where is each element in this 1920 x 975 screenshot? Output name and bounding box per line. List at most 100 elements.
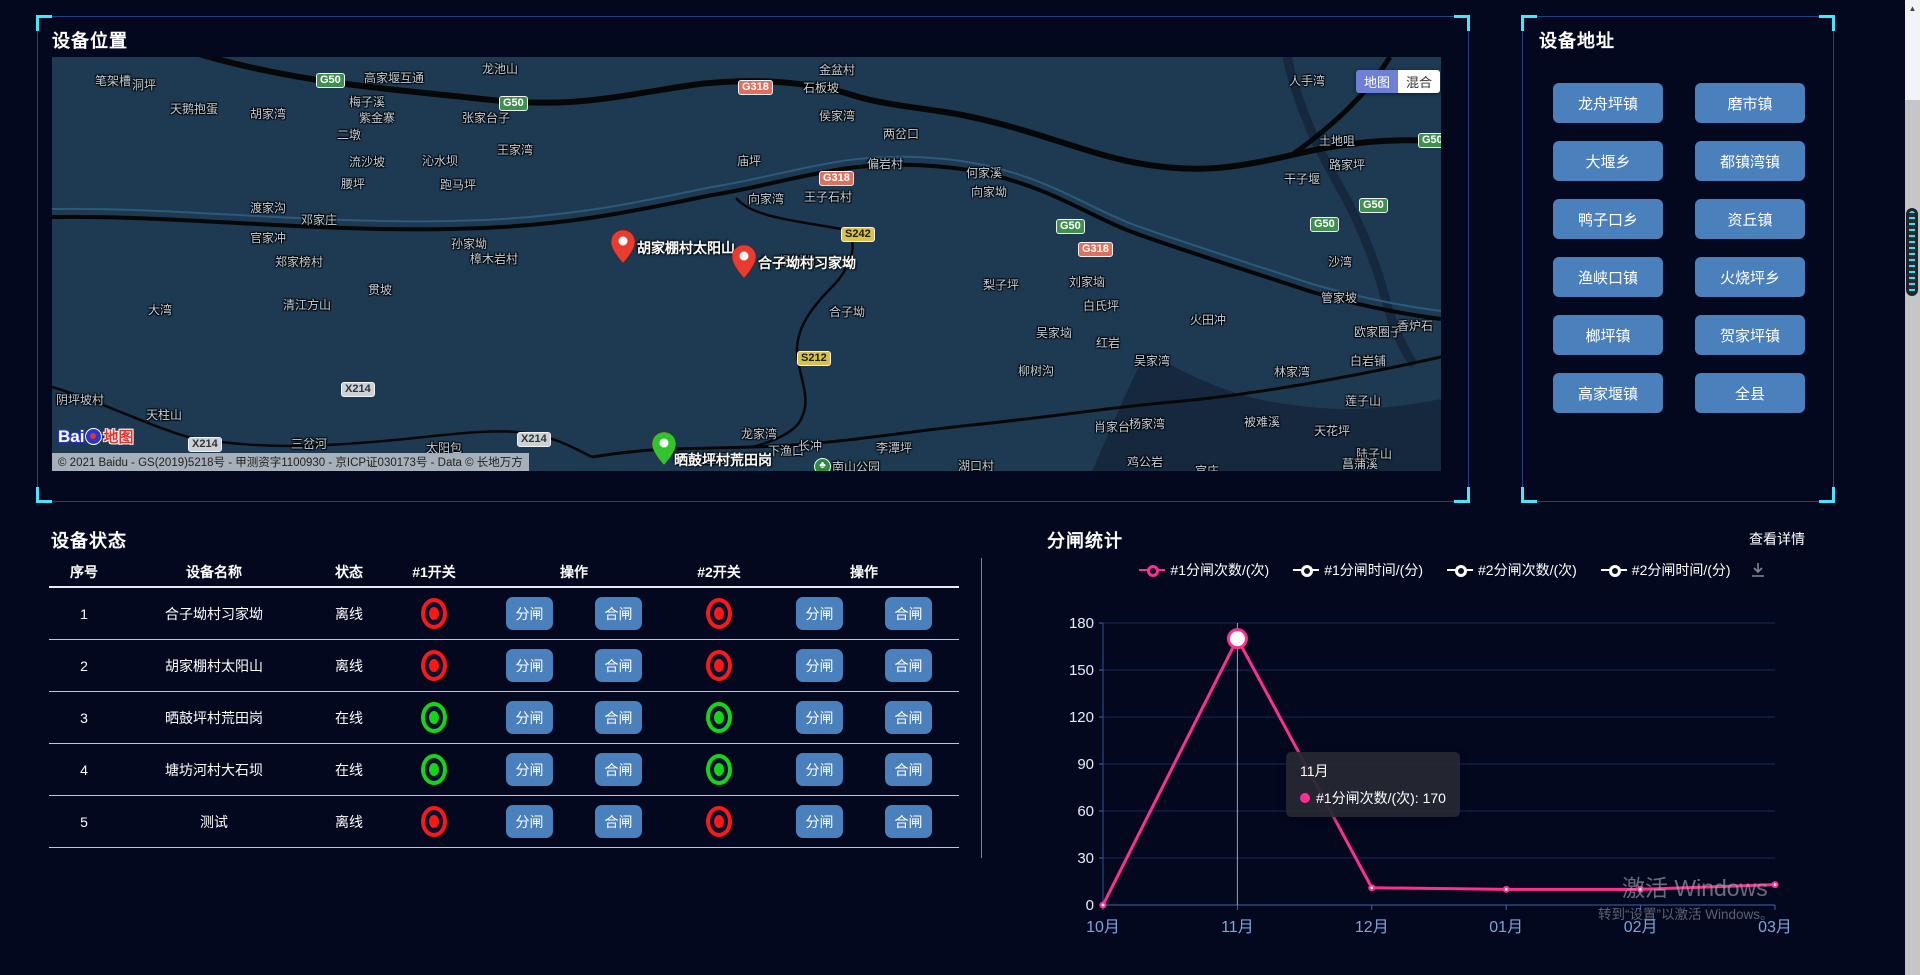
legend-label: #2分闸次数/(次) <box>1478 560 1577 580</box>
close-button[interactable]: 合闸 <box>885 701 932 734</box>
table-row: 2胡家棚村太阳山离线分闸合闸分闸合闸 <box>49 640 959 692</box>
town-button[interactable]: 鸭子口乡 <box>1553 199 1663 239</box>
trip-button[interactable]: 分闸 <box>506 805 553 838</box>
device-status: 在线 <box>309 760 389 780</box>
trip-button[interactable]: 分闸 <box>506 649 553 682</box>
corner-bracket <box>36 15 52 31</box>
svg-text:10月: 10月 <box>1086 919 1120 936</box>
town-button[interactable]: 磨市镇 <box>1695 83 1805 123</box>
corner-bracket <box>1521 487 1537 503</box>
road-shield-badge: G318 <box>819 171 854 186</box>
column-header: 设备名称 <box>119 562 309 582</box>
row-index: 3 <box>49 710 119 726</box>
town-button[interactable]: 资丘镇 <box>1695 199 1805 239</box>
tooltip-value-text: #1分闸次数/(次): 170 <box>1316 790 1446 806</box>
column-header: 操作 <box>479 562 669 582</box>
chart-legend: #1分闸次数/(次) #1分闸时间/(分) #2分闸次数/(次) #2分闸时间/(分) <box>1085 560 1785 580</box>
scrollbar-thumb[interactable] <box>1906 208 1918 296</box>
road-shield-badge: G50 <box>1310 217 1339 232</box>
table-row: 1合子坳村习家坳离线分闸合闸分闸合闸 <box>49 588 959 640</box>
map-type-hybrid-button[interactable]: 混合 <box>1398 70 1440 93</box>
map-road-g50 <box>192 57 1441 169</box>
road-shield-badge: G50 <box>1056 219 1085 234</box>
chart-section-title: 分闸统计 <box>1047 527 1123 553</box>
device-name: 塘坊河村大石坝 <box>119 760 309 780</box>
table-row: 3晒鼓坪村荒田岗在线分闸合闸分闸合闸 <box>49 692 959 744</box>
legend-marker-icon <box>1447 569 1473 571</box>
svg-text:30: 30 <box>1077 850 1094 867</box>
close-button[interactable]: 合闸 <box>595 753 642 786</box>
switch1-indicator <box>421 754 447 785</box>
map-pin-label: 胡家棚村太阳山 <box>637 238 735 258</box>
map-road-s242 <box>736 198 853 447</box>
town-button[interactable]: 贺家坪镇 <box>1695 315 1805 355</box>
legend-item[interactable]: #1分闸时间/(分) <box>1293 560 1423 580</box>
road-shield-badge: S242 <box>841 227 875 242</box>
column-header: 状态 <box>309 562 389 582</box>
trip-button[interactable]: 分闸 <box>796 805 843 838</box>
legend-marker-icon <box>1293 569 1319 571</box>
town-button[interactable]: 大堰乡 <box>1553 141 1663 181</box>
road-shield-badge: X214 <box>341 382 375 397</box>
town-button[interactable]: 高家堰镇 <box>1553 373 1663 413</box>
town-button[interactable]: 渔峡口镇 <box>1553 257 1663 297</box>
close-button[interactable]: 合闸 <box>595 701 642 734</box>
close-button[interactable]: 合闸 <box>885 805 932 838</box>
road-shield-badge: X214 <box>517 432 551 447</box>
map-copyright: © 2021 Baidu - GS(2019)5218号 - 甲测资字11009… <box>52 453 529 471</box>
close-button[interactable]: 合闸 <box>885 753 932 786</box>
scroll-up-arrow-icon[interactable]: ▲ <box>1905 4 1920 13</box>
road-shield-badge: G50 <box>316 73 345 88</box>
road-shield-badge: X214 <box>188 437 222 452</box>
baidu-paw-icon <box>85 428 102 445</box>
legend-item[interactable]: #2分闸次数/(次) <box>1447 560 1577 580</box>
switch1-indicator <box>421 650 447 681</box>
device-address-panel: 设备地址 龙舟坪镇磨市镇大堰乡都镇湾镇鸭子口乡资丘镇渔峡口镇火烧坪乡榔坪镇贺家坪… <box>1522 16 1834 502</box>
page-scrollbar[interactable]: ▲ <box>1905 0 1920 975</box>
town-button[interactable]: 龙舟坪镇 <box>1553 83 1663 123</box>
switch2-indicator <box>706 702 732 733</box>
close-button[interactable]: 合闸 <box>595 597 642 630</box>
baidu-map[interactable]: 笔架槽洞坪天鹅抱蛋胡家湾梅子溪紫金寨二墩流沙坡沁水坝张家台子王家湾腰坪跑马坪渡家… <box>52 57 1441 471</box>
close-button[interactable]: 合闸 <box>595 649 642 682</box>
trip-button[interactable]: 分闸 <box>506 597 553 630</box>
map-type-map-button[interactable]: 地图 <box>1356 70 1398 93</box>
trip-button[interactable]: 分闸 <box>796 753 843 786</box>
view-details-link[interactable]: 查看详情 <box>1749 529 1805 549</box>
table-row: 5测试离线分闸合闸分闸合闸 <box>49 796 959 848</box>
legend-item[interactable]: #1分闸次数/(次) <box>1139 560 1269 580</box>
address-panel-title: 设备地址 <box>1539 27 1615 53</box>
close-button[interactable]: 合闸 <box>885 649 932 682</box>
switch2-indicator <box>706 754 732 785</box>
trip-button[interactable]: 分闸 <box>506 701 553 734</box>
town-button[interactable]: 榔坪镇 <box>1553 315 1663 355</box>
trip-button[interactable]: 分闸 <box>796 701 843 734</box>
device-status: 离线 <box>309 656 389 676</box>
address-buttons: 龙舟坪镇磨市镇大堰乡都镇湾镇鸭子口乡资丘镇渔峡口镇火烧坪乡榔坪镇贺家坪镇高家堰镇… <box>1523 83 1835 413</box>
map-type-toggle[interactable]: 地图混合 <box>1356 70 1440 93</box>
trip-button[interactable]: 分闸 <box>506 753 553 786</box>
legend-label: #1分闸时间/(分) <box>1324 560 1423 580</box>
trip-button[interactable]: 分闸 <box>796 597 843 630</box>
legend-marker-icon <box>1139 569 1165 571</box>
map-road-g318 <box>52 165 1441 319</box>
corner-bracket <box>1819 487 1835 503</box>
close-button[interactable]: 合闸 <box>595 805 642 838</box>
switch2-indicator <box>706 598 732 629</box>
scrollbar-track-top <box>1905 0 1920 100</box>
map-river-line <box>52 157 1441 311</box>
chart-tooltip: 11月 #1分闸次数/(次): 170 <box>1286 752 1460 817</box>
column-header: 操作 <box>769 562 959 582</box>
device-name: 测试 <box>119 812 309 832</box>
device-status: 离线 <box>309 604 389 624</box>
svg-text:150: 150 <box>1069 662 1094 679</box>
town-button[interactable]: 全县 <box>1695 373 1805 413</box>
town-button[interactable]: 都镇湾镇 <box>1695 141 1805 181</box>
legend-item[interactable]: #2分闸时间/(分) <box>1601 560 1731 580</box>
corner-bracket <box>1819 15 1835 31</box>
status-section-title: 设备状态 <box>51 527 127 553</box>
town-button[interactable]: 火烧坪乡 <box>1695 257 1805 297</box>
trip-button[interactable]: 分闸 <box>796 649 843 682</box>
close-button[interactable]: 合闸 <box>885 597 932 630</box>
device-location-panel: 设备位置 笔架槽洞坪天鹅抱蛋胡家湾梅子溪紫金寨二墩流沙坡沁水坝张家台子王家湾腰坪… <box>37 16 1469 502</box>
